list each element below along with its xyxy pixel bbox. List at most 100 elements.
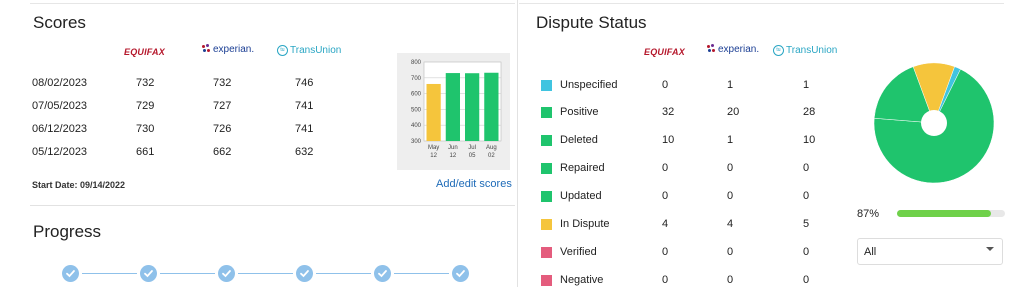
y-tick-label: 400 (411, 123, 422, 129)
x-tick-label: Jul (468, 145, 476, 151)
status-count: 0 (727, 246, 734, 258)
x-tick-label: 12 (430, 153, 437, 159)
dispute-top-border (519, 3, 1004, 4)
experian-score: 726 (213, 123, 232, 135)
status-count: 32 (662, 106, 675, 118)
progress-connector (82, 273, 137, 274)
status-count: 0 (662, 79, 669, 91)
progress-connector (316, 273, 371, 274)
equifax-logo: EQUIFAX (644, 47, 685, 57)
transunion-score: 741 (295, 100, 314, 112)
equifax-score: 729 (136, 100, 155, 112)
status-color-swatch (541, 135, 552, 146)
transunion-score: 746 (295, 77, 314, 89)
x-tick-label: May (428, 145, 439, 151)
completion-percent: 87% (857, 208, 880, 220)
transunion-score: 741 (295, 123, 314, 135)
score-bar (445, 73, 460, 141)
pie-center-hole (921, 110, 947, 136)
transunion-logo-text: TransUnion (290, 45, 342, 56)
y-tick-label: 300 (411, 139, 422, 145)
status-count: 0 (803, 162, 810, 174)
y-tick-label: 700 (411, 76, 422, 82)
experian-score: 727 (213, 100, 232, 112)
score-date: 07/05/2023 (32, 100, 88, 112)
score-history-chart: 800 700 600 500 400 300 May 12 Jun 12 Jul 05 Aug 02 (397, 53, 510, 170)
add-edit-scores-link[interactable]: Add/edit scores (436, 178, 512, 190)
status-filter-select[interactable]: All (857, 238, 1003, 265)
check-icon (300, 270, 309, 278)
status-count: 0 (727, 162, 734, 174)
equifax-logo-text: EQUIFAX (124, 47, 165, 57)
status-count: 0 (662, 246, 669, 258)
status-color-swatch (541, 107, 552, 118)
progress-step (374, 265, 391, 282)
dispute-pie-chart (866, 55, 1002, 191)
experian-dots-icon (707, 44, 716, 55)
transunion-score: 632 (295, 146, 314, 158)
status-color-swatch (541, 247, 552, 258)
status-count: 0 (662, 274, 669, 286)
experian-logo: experian. (707, 44, 759, 55)
equifax-score: 661 (136, 146, 155, 158)
check-icon (222, 270, 231, 278)
dispute-status-title: Dispute Status (536, 13, 647, 32)
status-count: 1 (803, 79, 810, 91)
transunion-logo-text: TransUnion (786, 45, 838, 56)
progress-step (452, 265, 469, 282)
progress-title: Progress (33, 222, 102, 241)
transunion-logo: tu TransUnion (773, 45, 837, 56)
status-label: Positive (560, 106, 599, 118)
transunion-circle-icon: tu (277, 45, 288, 56)
score-date: 06/12/2023 (32, 123, 88, 135)
section-divider (30, 205, 515, 206)
equifax-score: 730 (136, 123, 155, 135)
status-count: 20 (727, 106, 740, 118)
experian-logo-text: experian. (718, 44, 760, 55)
status-color-swatch (541, 275, 552, 286)
progress-step (62, 265, 79, 282)
check-icon (66, 270, 75, 278)
equifax-score: 732 (136, 77, 155, 89)
progress-connector (160, 273, 215, 274)
status-label: Updated (560, 190, 602, 202)
status-count: 4 (662, 218, 669, 230)
status-color-swatch (541, 219, 552, 230)
equifax-logo-text: EQUIFAX (644, 47, 685, 57)
x-tick-label: Aug (486, 145, 497, 151)
experian-score: 662 (213, 146, 232, 158)
scores-top-border (30, 3, 515, 4)
check-icon (144, 270, 153, 278)
status-color-swatch (541, 163, 552, 174)
status-filter-value: All (864, 246, 877, 258)
status-label: Verified (560, 246, 597, 258)
status-color-swatch (541, 191, 552, 202)
status-count: 10 (662, 134, 675, 146)
transunion-logo: tu TransUnion (277, 45, 341, 56)
status-count: 0 (727, 274, 734, 286)
status-count: 4 (727, 218, 734, 230)
status-label: Negative (560, 274, 604, 286)
x-tick-label: 12 (450, 153, 457, 159)
status-label: Deleted (560, 134, 598, 146)
status-count: 0 (662, 162, 669, 174)
status-label: Unspecified (560, 79, 618, 91)
status-count: 1 (727, 134, 734, 146)
check-icon (456, 270, 465, 278)
y-tick-label: 800 (411, 60, 422, 66)
chevron-down-icon (986, 247, 994, 251)
score-date: 05/12/2023 (32, 146, 88, 158)
y-tick-label: 500 (411, 107, 422, 113)
score-date: 08/02/2023 (32, 77, 88, 89)
progress-connector (394, 273, 449, 274)
completion-progress-fill (897, 210, 991, 217)
x-tick-label: 05 (469, 153, 476, 159)
status-count: 0 (803, 246, 810, 258)
status-color-swatch (541, 80, 552, 91)
progress-step (296, 265, 313, 282)
status-count: 0 (727, 190, 734, 202)
status-label: In Dispute (560, 218, 610, 230)
experian-logo: experian. (202, 44, 254, 55)
experian-dots-icon (202, 44, 211, 55)
status-count: 1 (727, 79, 734, 91)
